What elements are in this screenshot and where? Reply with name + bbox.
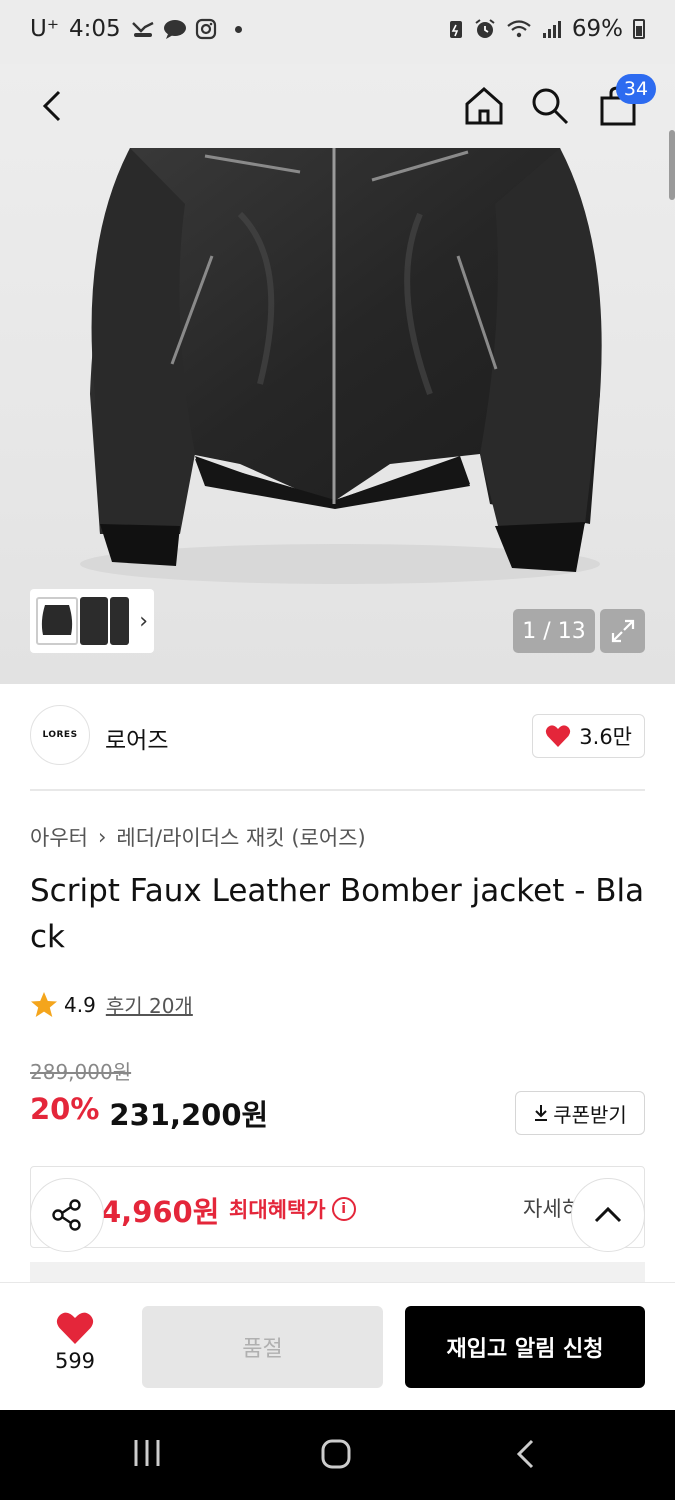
heart-icon: [546, 725, 571, 747]
max-benefit-label: 최대혜택가 i: [229, 1194, 356, 1224]
rating-score: 4.9: [64, 992, 96, 1017]
coupon-button[interactable]: 쿠폰받기: [515, 1091, 645, 1135]
search-button[interactable]: [520, 76, 580, 136]
max-benefit-text: 최대혜택가: [229, 1198, 326, 1222]
brand-logo[interactable]: LORES: [30, 705, 90, 765]
system-nav-bar: [0, 1410, 675, 1500]
soldout-button[interactable]: 품절: [142, 1306, 383, 1388]
wishlist-button[interactable]: 599: [40, 1311, 110, 1373]
chevron-right-icon[interactable]: ›: [139, 609, 148, 634]
back-nav-icon[interactable]: [514, 1438, 536, 1470]
search-icon: [532, 88, 569, 125]
thumbnail-strip[interactable]: ›: [30, 589, 154, 653]
bottom-action-bar: 599 품절 재입고 알림 신청: [0, 1282, 675, 1410]
thumbnail-3[interactable]: [110, 597, 130, 645]
original-price: 289,000원: [30, 1060, 132, 1084]
home-button[interactable]: [454, 76, 514, 136]
status-bar: U⁺ 4:05 69%: [0, 0, 675, 64]
max-benefit-box[interactable]: 4,960원 최대혜택가 i 자세히: [30, 1166, 645, 1248]
alarm-icon: [475, 19, 495, 38]
wifi-icon: [507, 20, 531, 38]
back-arrow-icon: [42, 90, 61, 122]
chevron-up-icon: [594, 1206, 622, 1223]
coupon-label: 쿠폰받기: [553, 1102, 627, 1127]
info-icon[interactable]: i: [331, 1197, 356, 1221]
carrier-label: U⁺: [30, 16, 59, 42]
instagram-icon: [195, 18, 216, 40]
heart-icon: [56, 1312, 94, 1344]
share-icon: [52, 1199, 81, 1231]
product-title: Script Faux Leather Bomber jacket - Blac…: [30, 873, 645, 955]
share-button[interactable]: [30, 1178, 104, 1252]
thumbnail-2[interactable]: [79, 597, 109, 645]
cart-count-badge: 34: [616, 74, 656, 104]
chevron-right-icon: ›: [97, 825, 107, 849]
back-button[interactable]: [22, 76, 82, 136]
home-nav-icon[interactable]: [320, 1438, 352, 1470]
top-nav: 34: [0, 64, 675, 148]
missed-call-icon: [131, 21, 154, 37]
download-icon: [535, 1105, 548, 1121]
brand-like-button[interactable]: 3.6만: [532, 714, 645, 758]
discount-rate: 20%: [30, 1092, 100, 1126]
star-icon: [31, 991, 57, 1017]
breadcrumb-category[interactable]: 아우터: [30, 822, 88, 852]
thumbnail-1[interactable]: [36, 597, 78, 645]
battery-icon: [633, 19, 645, 39]
brand-name[interactable]: 로어즈: [105, 721, 168, 755]
scroll-top-button[interactable]: [571, 1178, 645, 1252]
sale-price: 231,200원: [109, 1098, 269, 1132]
image-counter: 1 / 13: [513, 609, 595, 653]
battery-percent: 69%: [571, 16, 623, 42]
home-icon: [465, 86, 503, 125]
price-row: 20% 231,200원: [30, 1092, 268, 1134]
product-image[interactable]: › 1 / 13: [0, 64, 675, 684]
expand-icon: [611, 619, 634, 643]
recent-apps-icon[interactable]: [132, 1438, 162, 1468]
rating-row: 4.9 후기 20개: [30, 990, 193, 1019]
scroll-indicator[interactable]: [669, 130, 675, 200]
reviews-link[interactable]: 후기 20개: [106, 990, 193, 1019]
wishlist-count: 599: [54, 1349, 96, 1373]
chat-icon: [163, 20, 186, 39]
jacket-thumbnail-icon: [41, 605, 73, 635]
max-benefit-price: 4,960원: [101, 1195, 220, 1229]
brand-row[interactable]: LORES 로어즈 3.6만: [30, 705, 645, 767]
expand-button[interactable]: [600, 609, 645, 653]
clock: 4:05: [68, 16, 121, 42]
breadcrumb-subcategory[interactable]: 레더/라이더스 재킷 (로어즈): [116, 822, 365, 852]
battery-saver-icon: [449, 21, 462, 38]
divider: [30, 789, 645, 791]
breadcrumb: 아우터 › 레더/라이더스 재킷 (로어즈): [30, 822, 366, 852]
notification-dot-icon: [234, 25, 242, 33]
signal-icon: [542, 21, 561, 38]
restock-alert-button[interactable]: 재입고 알림 신청: [405, 1306, 645, 1388]
brand-like-count: 3.6만: [579, 725, 632, 749]
